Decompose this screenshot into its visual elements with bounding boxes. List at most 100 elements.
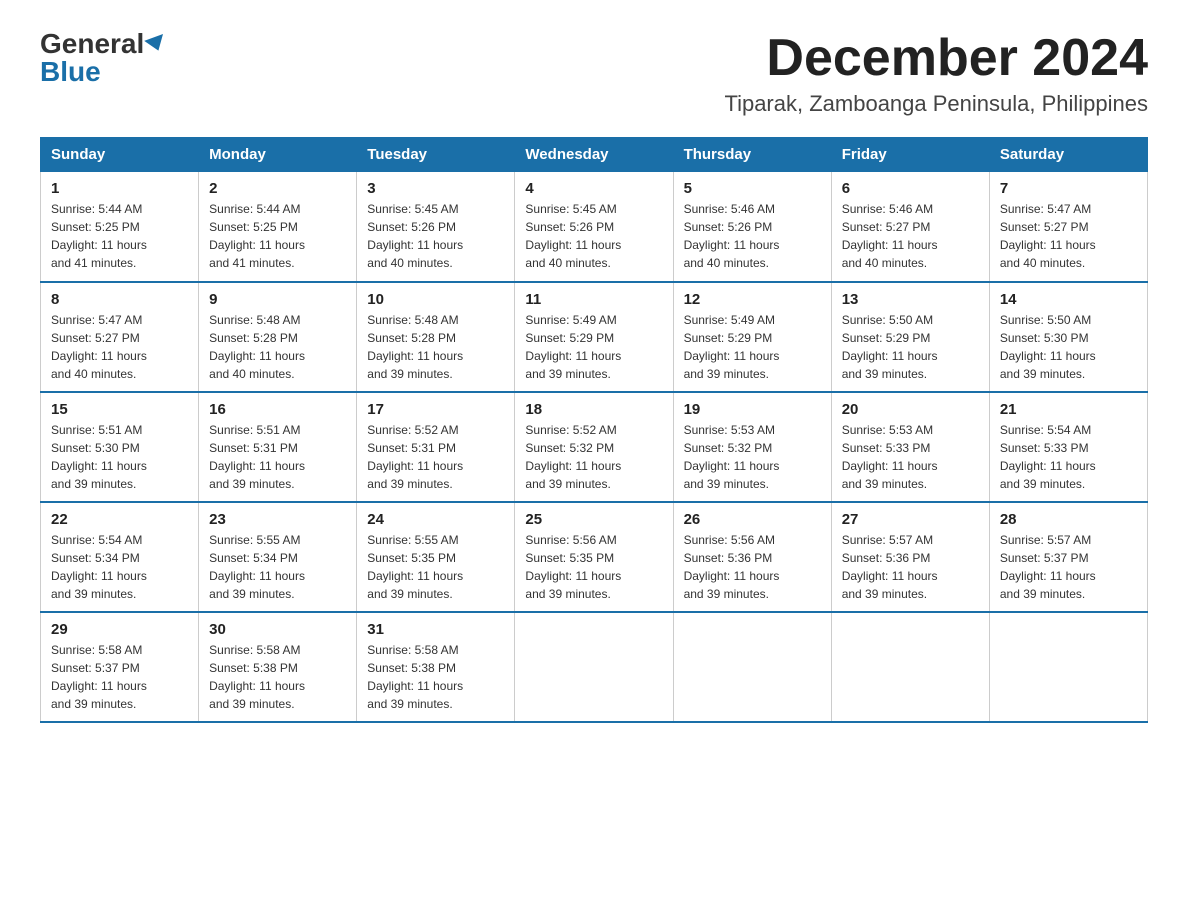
header-cell-wednesday: Wednesday [515, 138, 673, 172]
day-cell: 30Sunrise: 5:58 AM Sunset: 5:38 PM Dayli… [199, 612, 357, 722]
day-info: Sunrise: 5:47 AM Sunset: 5:27 PM Dayligh… [1000, 200, 1137, 272]
day-info: Sunrise: 5:48 AM Sunset: 5:28 PM Dayligh… [209, 311, 346, 383]
day-info: Sunrise: 5:45 AM Sunset: 5:26 PM Dayligh… [367, 200, 504, 272]
day-number: 16 [209, 401, 346, 418]
day-info: Sunrise: 5:49 AM Sunset: 5:29 PM Dayligh… [525, 311, 662, 383]
day-cell [831, 612, 989, 722]
calendar-body: 1 Sunrise: 5:44 AM Sunset: 5:25 PM Daylig… [41, 172, 1148, 722]
day-number: 4 [525, 180, 662, 197]
day-cell [515, 612, 673, 722]
day-info: Sunrise: 5:55 AM Sunset: 5:35 PM Dayligh… [367, 531, 504, 603]
day-number: 6 [842, 180, 979, 197]
day-info: Sunrise: 5:57 AM Sunset: 5:37 PM Dayligh… [1000, 531, 1137, 603]
day-info: Sunrise: 5:53 AM Sunset: 5:32 PM Dayligh… [684, 421, 821, 493]
day-cell: 18Sunrise: 5:52 AM Sunset: 5:32 PM Dayli… [515, 392, 673, 502]
day-info: Sunrise: 5:56 AM Sunset: 5:36 PM Dayligh… [684, 531, 821, 603]
day-info: Sunrise: 5:54 AM Sunset: 5:33 PM Dayligh… [1000, 421, 1137, 493]
header-cell-monday: Monday [199, 138, 357, 172]
day-cell: 11 Sunrise: 5:49 AM Sunset: 5:29 PM Dayli… [515, 282, 673, 392]
day-number: 19 [684, 401, 821, 418]
day-number: 9 [209, 291, 346, 308]
day-number: 18 [525, 401, 662, 418]
day-number: 5 [684, 180, 821, 197]
day-number: 20 [842, 401, 979, 418]
day-cell: 31 Sunrise: 5:58 AM Sunset: 5:38 PM Dayli… [357, 612, 515, 722]
week-row-2: 8Sunrise: 5:47 AM Sunset: 5:27 PM Daylig… [41, 282, 1148, 392]
day-number: 15 [51, 401, 188, 418]
day-cell: 15 Sunrise: 5:51 AM Sunset: 5:30 PM Dayli… [41, 392, 199, 502]
day-number: 26 [684, 511, 821, 528]
day-number: 28 [1000, 511, 1137, 528]
day-cell: 12 Sunrise: 5:49 AM Sunset: 5:29 PM Dayli… [673, 282, 831, 392]
day-info: Sunrise: 5:46 AM Sunset: 5:27 PM Dayligh… [842, 200, 979, 272]
week-row-4: 22 Sunrise: 5:54 AM Sunset: 5:34 PM Dayli… [41, 502, 1148, 612]
day-cell: 21 Sunrise: 5:54 AM Sunset: 5:33 PM Dayli… [989, 392, 1147, 502]
day-number: 3 [367, 180, 504, 197]
day-cell: 2Sunrise: 5:44 AM Sunset: 5:25 PM Daylig… [199, 172, 357, 282]
day-cell: 20Sunrise: 5:53 AM Sunset: 5:33 PM Dayli… [831, 392, 989, 502]
day-cell [673, 612, 831, 722]
day-number: 11 [525, 291, 662, 308]
day-cell: 25Sunrise: 5:56 AM Sunset: 5:35 PM Dayli… [515, 502, 673, 612]
day-info: Sunrise: 5:58 AM Sunset: 5:38 PM Dayligh… [209, 641, 346, 713]
day-info: Sunrise: 5:50 AM Sunset: 5:29 PM Dayligh… [842, 311, 979, 383]
day-info: Sunrise: 5:56 AM Sunset: 5:35 PM Dayligh… [525, 531, 662, 603]
day-number: 27 [842, 511, 979, 528]
day-number: 22 [51, 511, 188, 528]
day-cell: 23Sunrise: 5:55 AM Sunset: 5:34 PM Dayli… [199, 502, 357, 612]
day-info: Sunrise: 5:51 AM Sunset: 5:31 PM Dayligh… [209, 421, 346, 493]
calendar-table: SundayMondayTuesdayWednesdayThursdayFrid… [40, 137, 1148, 723]
day-info: Sunrise: 5:48 AM Sunset: 5:28 PM Dayligh… [367, 311, 504, 383]
day-info: Sunrise: 5:44 AM Sunset: 5:25 PM Dayligh… [209, 200, 346, 272]
day-cell: 13 Sunrise: 5:50 AM Sunset: 5:29 PM Dayli… [831, 282, 989, 392]
logo-triangle-icon [144, 34, 168, 54]
day-info: Sunrise: 5:51 AM Sunset: 5:30 PM Dayligh… [51, 421, 188, 493]
day-info: Sunrise: 5:54 AM Sunset: 5:34 PM Dayligh… [51, 531, 188, 603]
day-info: Sunrise: 5:57 AM Sunset: 5:36 PM Dayligh… [842, 531, 979, 603]
day-cell: 16 Sunrise: 5:51 AM Sunset: 5:31 PM Dayli… [199, 392, 357, 502]
day-cell: 26 Sunrise: 5:56 AM Sunset: 5:36 PM Dayli… [673, 502, 831, 612]
month-title: December 2024 [724, 30, 1148, 87]
header-cell-sunday: Sunday [41, 138, 199, 172]
day-cell: 17 Sunrise: 5:52 AM Sunset: 5:31 PM Dayli… [357, 392, 515, 502]
header-cell-thursday: Thursday [673, 138, 831, 172]
location-subtitle: Tiparak, Zamboanga Peninsula, Philippine… [724, 91, 1148, 117]
day-cell: 1Sunrise: 5:44 AM Sunset: 5:25 PM Daylig… [41, 172, 199, 282]
logo-general-text: General [40, 30, 144, 58]
day-info: Sunrise: 5:50 AM Sunset: 5:30 PM Dayligh… [1000, 311, 1137, 383]
header-cell-saturday: Saturday [989, 138, 1147, 172]
calendar-header: SundayMondayTuesdayWednesdayThursdayFrid… [41, 138, 1148, 172]
day-cell: 29 Sunrise: 5:58 AM Sunset: 5:37 PM Dayli… [41, 612, 199, 722]
day-cell: 28 Sunrise: 5:57 AM Sunset: 5:37 PM Dayli… [989, 502, 1147, 612]
header: General Blue December 2024 Tiparak, Zamb… [40, 30, 1148, 117]
day-number: 17 [367, 401, 504, 418]
day-number: 23 [209, 511, 346, 528]
day-number: 29 [51, 621, 188, 638]
header-row: SundayMondayTuesdayWednesdayThursdayFrid… [41, 138, 1148, 172]
day-number: 7 [1000, 180, 1137, 197]
day-number: 10 [367, 291, 504, 308]
day-number: 31 [367, 621, 504, 638]
day-cell: 19 Sunrise: 5:53 AM Sunset: 5:32 PM Dayli… [673, 392, 831, 502]
day-info: Sunrise: 5:52 AM Sunset: 5:31 PM Dayligh… [367, 421, 504, 493]
logo: General Blue [40, 30, 166, 86]
day-cell: 9 Sunrise: 5:48 AM Sunset: 5:28 PM Daylig… [199, 282, 357, 392]
title-area: December 2024 Tiparak, Zamboanga Peninsu… [724, 30, 1148, 117]
week-row-1: 1 Sunrise: 5:44 AM Sunset: 5:25 PM Daylig… [41, 172, 1148, 282]
day-number: 14 [1000, 291, 1137, 308]
day-number: 12 [684, 291, 821, 308]
day-info: Sunrise: 5:46 AM Sunset: 5:26 PM Dayligh… [684, 200, 821, 272]
day-info: Sunrise: 5:58 AM Sunset: 5:38 PM Dayligh… [367, 641, 504, 713]
day-cell [989, 612, 1147, 722]
day-cell: 24Sunrise: 5:55 AM Sunset: 5:35 PM Dayli… [357, 502, 515, 612]
day-number: 21 [1000, 401, 1137, 418]
day-info: Sunrise: 5:49 AM Sunset: 5:29 PM Dayligh… [684, 311, 821, 383]
header-cell-friday: Friday [831, 138, 989, 172]
day-cell: 7 Sunrise: 5:47 AM Sunset: 5:27 PM Daylig… [989, 172, 1147, 282]
day-number: 1 [51, 180, 188, 197]
day-cell: 4Sunrise: 5:45 AM Sunset: 5:26 PM Daylig… [515, 172, 673, 282]
day-info: Sunrise: 5:47 AM Sunset: 5:27 PM Dayligh… [51, 311, 188, 383]
day-info: Sunrise: 5:58 AM Sunset: 5:37 PM Dayligh… [51, 641, 188, 713]
week-row-3: 15 Sunrise: 5:51 AM Sunset: 5:30 PM Dayli… [41, 392, 1148, 502]
day-number: 13 [842, 291, 979, 308]
